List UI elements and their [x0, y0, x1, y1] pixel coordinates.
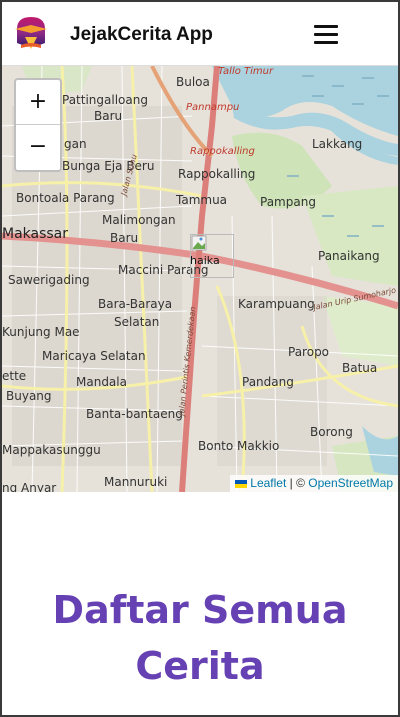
map-label: Kunjung Mae [2, 325, 80, 339]
map-label: Pattingalloang [62, 93, 148, 107]
app-frame: JejakCerita App Buloa Pattingalloang Bar… [0, 0, 400, 717]
map-label: Mannuruki [104, 475, 167, 489]
story-list-title: Daftar Semua Cerita [52, 588, 348, 688]
map-label: ette [2, 369, 26, 383]
map-label: Buloa [176, 75, 210, 89]
map-city-label: Makassar [2, 226, 68, 242]
ukraine-flag-icon [235, 480, 248, 488]
app-header: JejakCerita App [2, 2, 398, 66]
map-attribution: Leaflet | © OpenStreetMap [230, 475, 398, 492]
marker-alt-text: haika [190, 254, 220, 267]
map-label: Rappokalling [178, 167, 255, 181]
map-label: gan [64, 137, 87, 151]
map-label: Malimongan [102, 213, 176, 227]
map-label: Sawerigading [8, 273, 90, 287]
map-label: Buyang [6, 389, 52, 403]
map-label: Tammua [175, 193, 227, 207]
map-label: Bonto Makkio [198, 439, 279, 453]
map-label: Rappokalling [190, 146, 255, 157]
map-label: Batua [342, 361, 377, 375]
openstreetmap-link[interactable]: OpenStreetMap [308, 476, 393, 490]
map-label: Baru [110, 231, 138, 245]
zoom-control: + − [14, 78, 62, 172]
map-label: Selatan [114, 315, 159, 329]
hamburger-menu-button[interactable] [308, 16, 344, 52]
map-label: Pampang [260, 195, 316, 209]
map-label: Bara-Baraya [98, 297, 172, 311]
map-label: Tallo Timur [218, 66, 274, 77]
map-label: Banta-bantaeng [86, 407, 183, 421]
app-title: JejakCerita App [70, 24, 213, 45]
app-logo-icon [15, 17, 47, 49]
map-label: Mandala [76, 375, 127, 389]
map-label: Mappakasunggu [2, 443, 101, 457]
map-label: Pannampu [186, 102, 239, 113]
story-map[interactable]: Buloa Pattingalloang Baru gan Bunga Eja … [2, 66, 398, 492]
hamburger-menu-icon [314, 25, 338, 28]
map-label: Bontoala Parang [16, 191, 115, 205]
map-label: Panaikang [318, 249, 380, 263]
map-label: ng Anyar [2, 481, 56, 492]
map-label: Maricaya Selatan [42, 349, 146, 363]
map-label: Pandang [242, 375, 294, 389]
attribution-separator: | © [289, 476, 305, 490]
map-label: Lakkang [312, 137, 362, 151]
map-label: Bunga Eja Beru [62, 159, 154, 173]
leaflet-link[interactable]: Leaflet [250, 476, 286, 490]
zoom-out-button[interactable]: − [16, 125, 60, 170]
map-label: Borong [310, 425, 353, 439]
map-label: Paropo [288, 345, 329, 359]
map-label: Karampuang [238, 297, 315, 311]
map-label: Baru [94, 109, 122, 123]
zoom-in-button[interactable]: + [16, 80, 60, 125]
